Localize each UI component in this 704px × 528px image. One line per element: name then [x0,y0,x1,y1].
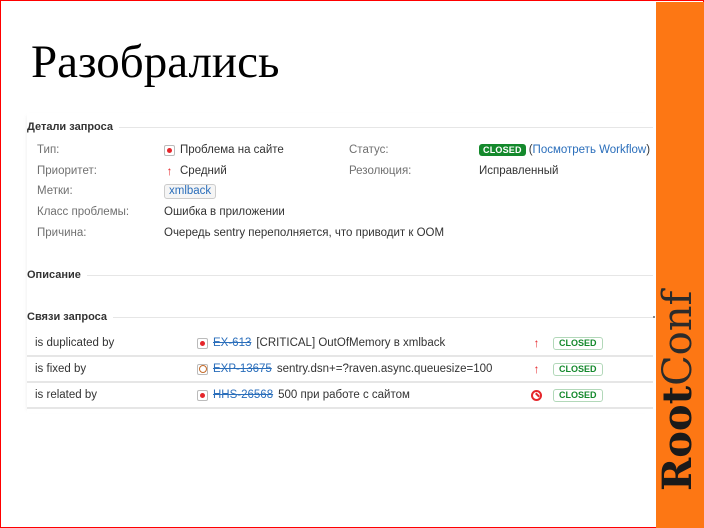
issue-links-table: is duplicated by EX-613 [CRITICAL] OutOf… [27,331,653,409]
type-value: Проблема на сайте [164,142,284,158]
description-section-header[interactable]: Описание [27,267,653,283]
linked-priority: ↑ [531,331,542,355]
scroll-indicator [653,316,655,318]
table-row: is fixed by EXP-13675 sentry.dsn+=?raven… [27,357,653,383]
issue-summary: [CRITICAL] OutOfMemory в xmlback [256,337,446,349]
issue-links-heading: Связи запроса [27,311,108,323]
link-relation: is duplicated by [35,337,115,349]
linked-issue: HHS-26568 500 при работе с сайтом [197,383,410,407]
linked-status: CLOSED [553,383,603,407]
class-label: Класс проблемы: [37,206,130,218]
issue-summary: sentry.dsn+=?raven.async.queuesize=100 [276,363,493,375]
divider [86,274,653,276]
arrow-up-icon: ↑ [533,336,540,350]
resolution-label: Резолюция: [349,165,412,177]
issue-summary: 500 при работе с сайтом [278,389,410,401]
table-row: is duplicated by EX-613 [CRITICAL] OutOf… [27,331,653,357]
issue-key-link[interactable]: EX-613 [213,331,251,355]
cause-value: Очередь sentry переполняется, что привод… [164,227,445,239]
view-workflow-link[interactable]: Посмотреть Workflow [533,142,647,158]
priority-value-text: Средний [180,165,227,177]
blocker-icon [531,389,542,401]
bug-icon [164,144,175,156]
linked-priority: ↑ [531,357,542,381]
bug-icon [197,337,208,349]
status-label: Статус: [349,144,389,156]
brand-logo-light: Conf [655,290,701,386]
table-row: is related by HHS-26568 500 при работе с… [27,383,653,409]
linked-status: CLOSED [553,357,603,381]
bug-icon [197,389,208,401]
slide: Разобрались RootConf Детали запроса Тип:… [0,0,704,528]
description-heading: Описание [27,269,81,281]
type-value-text: Проблема на сайте [180,144,284,156]
status-badge: CLOSED [479,144,526,156]
divider [113,316,653,318]
link-relation: is fixed by [35,363,87,375]
linked-issue: EX-613 [CRITICAL] OutOfMemory в xmlback [197,331,445,355]
labels-value: xmlback [164,183,217,199]
task-icon [197,363,208,375]
cause-label: Причина: [37,227,87,239]
issue-screenshot: Детали запроса Тип: Проблема на сайте Пр… [27,113,655,413]
type-label: Тип: [37,144,60,156]
linked-priority [531,383,542,407]
divider [119,126,653,128]
brand-logo-bold: Root [654,385,701,491]
arrow-up-icon: ↑ [533,362,540,376]
status-badge: CLOSED [553,388,603,402]
brand-logo: RootConf [654,290,701,491]
linked-issue: EXP-13675 sentry.dsn+=?raven.async.queue… [197,357,492,381]
status-badge: CLOSED [553,336,603,350]
linked-status: CLOSED [553,331,603,355]
status-badge: CLOSED [553,362,603,376]
details-section-header[interactable]: Детали запроса [27,119,653,135]
link-relation: is related by [35,389,98,401]
workflow-paren-close: ) [646,144,651,156]
priority-label: Приоритет: [37,165,97,177]
details-heading: Детали запроса [27,121,114,133]
issue-links-section-header[interactable]: Связи запроса [27,309,653,325]
slide-title: Разобрались [31,36,280,88]
issue-key-link[interactable]: HHS-26568 [213,383,273,407]
status-value: CLOSED (Посмотреть Workflow) [479,142,650,158]
class-value: Ошибка в приложении [164,206,285,218]
resolution-value: Исправленный [479,165,559,177]
label-chip-xmlback[interactable]: xmlback [164,183,217,199]
arrow-up-icon: ↑ [166,164,173,178]
labels-label: Метки: [37,185,73,197]
issue-key-link[interactable]: EXP-13675 [213,357,272,381]
priority-value: ↑ Средний [164,163,227,179]
